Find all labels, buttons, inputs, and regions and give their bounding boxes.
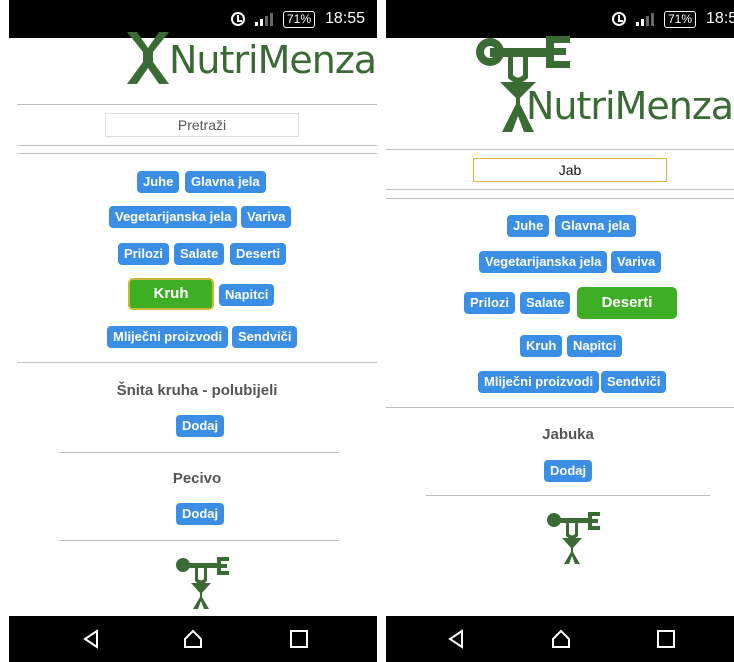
category-button-glavna-jela[interactable]: Glavna jela — [555, 215, 636, 237]
food-item-name: Šnita kruha - polubijeli — [116, 382, 278, 399]
category-button-vegetarijanska-jela[interactable]: Vegetarijanska jela — [109, 206, 238, 228]
status-time: 18:55 — [325, 10, 366, 27]
app-name: NutriMenza — [526, 84, 734, 128]
divider — [17, 362, 377, 363]
category-button-napitci[interactable]: Napitci — [567, 335, 623, 357]
search-input[interactable]: Jab — [473, 158, 667, 182]
category-button-deserti[interactable]: Deserti — [577, 287, 677, 319]
category-button-sendvici[interactable]: Sendviči — [601, 371, 667, 393]
divider — [59, 540, 339, 541]
home-icon[interactable] — [551, 629, 571, 649]
phone-screen-left: 71% 18:55 NutriMenza Pretraži Juhe Glavn… — [9, 0, 377, 662]
status-bar: 71% 18:55 — [9, 0, 377, 38]
category-button-kruh[interactable]: Kruh — [128, 278, 214, 310]
app-name: NutriMenza — [169, 38, 377, 82]
category-button-juhe[interactable]: Juhe — [507, 215, 550, 237]
battery-icon: 71% — [283, 10, 316, 28]
divider — [386, 189, 734, 190]
category-button-mlijecni-proizvodi[interactable]: Mliječni proizvodi — [107, 326, 229, 348]
nutrimenza-logo-icon — [176, 557, 229, 609]
category-button-prilozi[interactable]: Prilozi — [118, 243, 170, 265]
search-input[interactable]: Pretraži — [105, 113, 299, 137]
home-icon[interactable] — [183, 629, 203, 649]
divider — [17, 153, 377, 154]
alarm-icon — [231, 12, 245, 26]
divider — [17, 145, 377, 146]
category-button-glavna-jela[interactable]: Glavna jela — [185, 171, 266, 193]
android-nav-bar — [386, 616, 734, 662]
nutrimenza-logo-icon — [127, 32, 169, 84]
divider — [17, 104, 377, 105]
category-button-salate[interactable]: Salate — [174, 243, 225, 265]
status-bar: 71% 18:56 — [386, 0, 734, 38]
divider — [386, 407, 734, 408]
category-button-deserti[interactable]: Deserti — [230, 243, 287, 265]
android-nav-bar — [9, 616, 377, 662]
food-item-name: Jabuka — [542, 426, 594, 443]
phone-screen-right: 71% 18:56 NutriMenza Jab Juhe Glavna jel… — [386, 0, 734, 662]
divider — [59, 452, 339, 453]
add-button[interactable]: Dodaj — [544, 460, 593, 482]
category-button-mlijecni-proizvodi[interactable]: Mliječni proizvodi — [478, 371, 600, 393]
category-button-juhe[interactable]: Juhe — [137, 171, 180, 193]
back-icon[interactable] — [446, 629, 466, 649]
category-button-napitci[interactable]: Napitci — [219, 284, 275, 306]
food-item-name: Pecivo — [172, 470, 222, 487]
recents-icon[interactable] — [289, 629, 309, 649]
status-time: 18:56 — [706, 10, 734, 27]
back-icon[interactable] — [81, 629, 101, 649]
category-button-salate[interactable]: Salate — [520, 292, 571, 314]
signal-icon — [636, 12, 654, 26]
category-button-sendvici[interactable]: Sendviči — [232, 326, 298, 348]
signal-icon — [255, 12, 273, 26]
category-button-variva[interactable]: Variva — [611, 251, 662, 273]
add-button[interactable]: Dodaj — [176, 503, 225, 525]
add-button[interactable]: Dodaj — [176, 415, 225, 437]
alarm-icon — [612, 12, 626, 26]
recents-icon[interactable] — [656, 629, 676, 649]
divider — [426, 495, 710, 496]
category-button-variva[interactable]: Variva — [241, 206, 292, 228]
category-button-vegetarijanska-jela[interactable]: Vegetarijanska jela — [479, 251, 608, 273]
category-button-prilozi[interactable]: Prilozi — [464, 292, 516, 314]
category-button-kruh[interactable]: Kruh — [520, 335, 563, 357]
divider — [386, 198, 734, 199]
nutrimenza-logo-icon — [547, 512, 600, 564]
battery-icon: 71% — [664, 10, 697, 28]
divider — [386, 149, 734, 150]
